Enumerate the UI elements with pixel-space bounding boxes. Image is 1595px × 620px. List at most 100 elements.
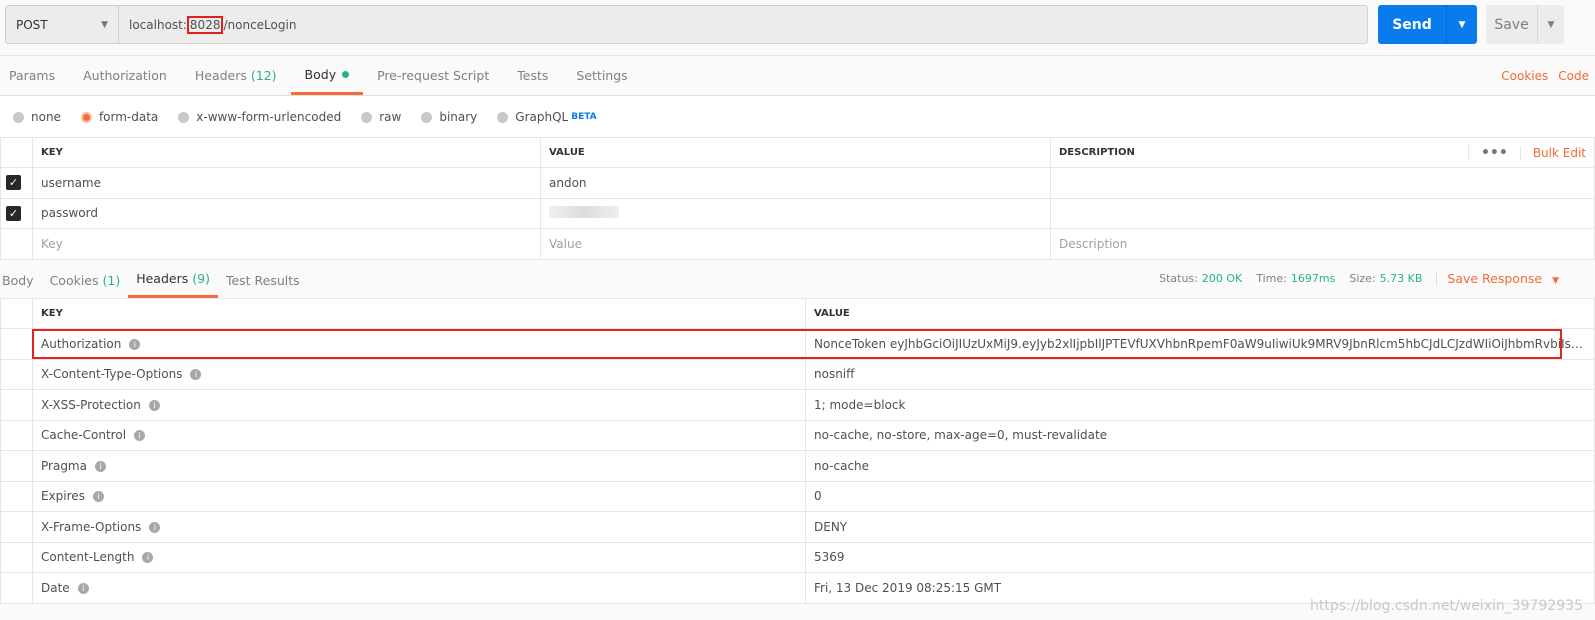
column-description: DESCRIPTION ••• Bulk Edit [1050,137,1595,168]
radio-label: binary [439,110,478,124]
header-key-text: Authorization [41,336,122,351]
table-row-new: Key Value Description [0,228,1595,260]
header-key-text: X-Frame-Options [41,519,142,534]
save-response-button[interactable]: Save Response ▼ [1436,271,1559,286]
param-key[interactable]: password [32,197,541,229]
status-value: 200 OK [1201,272,1243,285]
code-link[interactable]: Code [1558,69,1589,83]
chevron-down-icon: ▼ [1552,276,1559,286]
more-options-icon[interactable]: ••• [1467,144,1520,161]
param-key[interactable]: username [32,167,541,199]
header-key: X-XSS-Protection i [32,389,806,421]
tab-cookies[interactable]: Cookies (1) [42,262,129,298]
table-row: Pragma i no-cache [0,450,1595,482]
tab-test-results[interactable]: Test Results [218,262,308,298]
info-icon[interactable]: i [129,338,141,350]
param-value[interactable]: andon [540,167,1051,199]
save-button[interactable]: Save ▼ [1486,5,1564,44]
value-input[interactable]: Value [540,228,1051,260]
tab-headers[interactable]: Headers (12) [181,56,291,95]
radio-icon [421,111,433,123]
info-icon[interactable]: i [77,582,89,594]
tab-response-headers[interactable]: Headers (9) [128,262,218,298]
blurred-value [549,205,619,218]
method-label: POST [16,17,48,32]
header-value: nosniff [805,358,1595,390]
table-row: Authorization i NonceToken eyJhbGciOiJIUzU… [0,328,1595,360]
table-row: Content-Length i 5369 [0,541,1595,573]
info-icon[interactable]: i [148,399,160,411]
radio-x-www-form-urlencoded[interactable]: x-www-form-urlencoded [178,110,341,124]
url-host: localhost: [129,17,187,32]
header-key: Authorization i [32,328,806,360]
time-label: Time: [1256,272,1287,285]
header-key: Date i [32,572,806,604]
table-header: KEY VALUE DESCRIPTION ••• Bulk Edit [0,137,1595,168]
radio-label: none [31,110,61,124]
info-icon[interactable]: i [134,430,146,442]
radio-graphql[interactable]: GraphQL BETA [497,110,597,124]
header-key-text: Date [41,580,70,595]
size-label: Size: [1349,272,1376,285]
params-table: KEY VALUE DESCRIPTION ••• Bulk Edit ✓ userna… [0,137,1595,260]
info-icon[interactable]: i [190,369,202,381]
header-key-text: Cache-Control [41,428,127,443]
key-input[interactable]: Key [32,228,541,260]
info-icon[interactable]: i [142,552,154,564]
bulk-edit-link[interactable]: Bulk Edit [1519,145,1586,160]
radio-label: form-data [98,110,159,124]
column-key: KEY [32,298,806,329]
tab-label: Headers [136,271,189,286]
tab-authorization[interactable]: Authorization [69,56,181,95]
tab-settings[interactable]: Settings [562,56,641,95]
info-icon[interactable]: i [149,521,161,533]
radio-raw[interactable]: raw [361,110,401,124]
tab-label: Cookies [49,272,99,288]
info-icon[interactable]: i [94,460,106,472]
header-key-text: Expires [41,489,85,504]
table-row: ✓ password [0,197,1595,229]
tab-pre-request-script[interactable]: Pre-request Script [363,56,503,95]
active-dot-icon [342,70,350,78]
table-row: X-XSS-Protection i 1; mode=block [0,389,1595,421]
url-input[interactable]: localhost: 8028/nonceLogin [119,6,1367,43]
radio-form-data[interactable]: form-data [80,110,159,124]
save-dropdown-icon[interactable]: ▼ [1538,5,1564,44]
radio-label: raw [379,110,402,124]
response-status: Status: 200 OK Time: 1697ms Size: 5.73 KB S… [1159,262,1559,295]
radio-selected-icon [80,111,92,123]
method-select[interactable]: POST ▼ [6,6,119,43]
checkbox-checked-icon[interactable]: ✓ [6,175,21,191]
send-button[interactable]: Send ▼ [1378,5,1477,44]
size-value: 5.73 KB [1379,272,1423,285]
tab-params[interactable]: Params [0,56,69,95]
table-row: X-Content-Type-Options i nosniff [0,358,1595,390]
description-input[interactable]: Description [1050,228,1595,260]
send-dropdown-icon[interactable]: ▼ [1447,5,1477,44]
column-key: KEY [32,137,541,168]
header-key-text: Content-Length [41,550,135,565]
header-key: Content-Length i [32,541,806,573]
tab-tests[interactable]: Tests [503,56,562,95]
param-description[interactable] [1050,197,1595,229]
param-description[interactable] [1050,167,1595,199]
header-value: NonceToken eyJhbGciOiJIUzUxMiJ9.eyJyb2xl… [805,328,1595,360]
param-value-obscured[interactable] [540,197,1051,229]
cookies-link[interactable]: Cookies [1501,69,1548,83]
time-value: 1697ms [1290,272,1336,285]
save-label: Save [1486,5,1538,44]
radio-none[interactable]: none [13,110,61,124]
radio-icon [361,111,373,123]
radio-icon [13,111,24,123]
header-key: Cache-Control i [32,419,806,451]
table-row: ✓ username andon [0,167,1595,199]
radio-binary[interactable]: binary [421,110,477,124]
tab-response-body[interactable]: Body [0,262,42,298]
tab-body[interactable]: Body [290,56,364,95]
send-label: Send [1378,5,1447,44]
header-value: no-cache [805,450,1595,482]
column-value: VALUE [805,298,1595,329]
table-header: KEY VALUE [0,298,1595,329]
checkbox-checked-icon[interactable]: ✓ [6,205,21,221]
info-icon[interactable]: i [92,491,104,503]
